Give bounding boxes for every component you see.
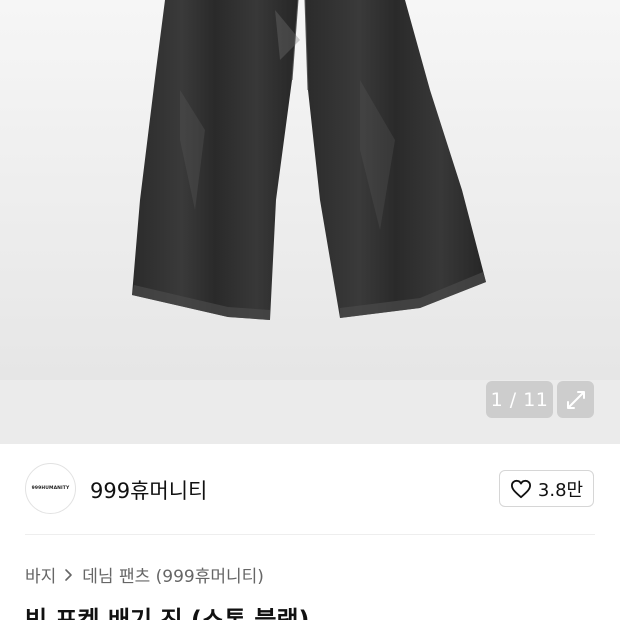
like-button[interactable]: 3.8만 bbox=[499, 470, 594, 507]
brand-row: 999HUMANITY 999휴머니티 3.8만 bbox=[0, 444, 620, 534]
divider bbox=[25, 534, 595, 535]
heart-icon bbox=[510, 479, 531, 498]
product-image[interactable] bbox=[0, 0, 620, 380]
product-title: 빅 포켓 배기 진 (스톤 블랙) bbox=[25, 606, 310, 620]
like-count: 3.8만 bbox=[537, 479, 584, 501]
brand-name[interactable]: 999휴머니티 bbox=[90, 475, 207, 505]
chevron-right-icon bbox=[64, 568, 74, 582]
breadcrumb: 바지 데님 팬츠 (999휴머니티) bbox=[25, 562, 264, 587]
expand-icon bbox=[566, 390, 585, 409]
expand-button[interactable] bbox=[557, 381, 594, 418]
product-image-gallery[interactable]: 1 / 11 bbox=[0, 0, 620, 444]
brand-logo[interactable]: 999HUMANITY bbox=[25, 463, 76, 514]
breadcrumb-item-subcategory[interactable]: 데님 팬츠 (999휴머니티) bbox=[82, 562, 264, 587]
brand-logo-text: 999HUMANITY bbox=[31, 486, 70, 491]
breadcrumb-item-category[interactable]: 바지 bbox=[25, 562, 56, 587]
image-counter: 1 / 11 bbox=[486, 381, 553, 418]
